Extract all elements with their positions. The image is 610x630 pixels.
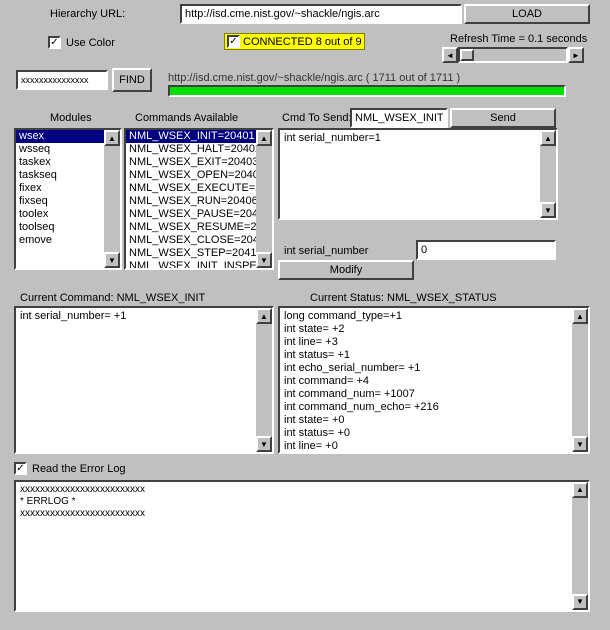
scroll-down-icon[interactable]: ▼ <box>540 202 556 218</box>
command-item[interactable]: NML_WSEX_OPEN=20404 <box>126 169 272 182</box>
scroll-up-icon[interactable]: ▲ <box>572 482 588 498</box>
error-log-body[interactable]: xxxxxxxxxxxxxxxxxxxxxxxxx * ERRLOG * xxx… <box>14 480 590 612</box>
status-line: int line= +3 <box>284 336 584 349</box>
cmd-body-text[interactable]: int serial_number=1 <box>284 132 552 144</box>
errlog-line: xxxxxxxxxxxxxxxxxxxxxxxxx <box>20 508 584 520</box>
scroll-down-icon[interactable]: ▼ <box>572 436 588 452</box>
scroll-down-icon[interactable]: ▼ <box>572 594 588 610</box>
status-line: int state= +2 <box>284 323 584 336</box>
scroll-up-icon[interactable]: ▲ <box>572 308 588 324</box>
current-command-body: int serial_number= +1 <box>20 310 268 322</box>
modules-list[interactable]: wsexwsseqtaskextaskseqfixexfixseqtoolext… <box>14 128 122 270</box>
refresh-time-label: Refresh Time = 0.1 seconds <box>450 33 587 45</box>
modules-header: Modules <box>50 112 92 124</box>
refresh-slider-thumb[interactable] <box>460 49 474 61</box>
status-line: long command_type=+1 <box>284 310 584 323</box>
status-line: int command_num= +1007 <box>284 388 584 401</box>
status-line: int status= +1 <box>284 349 584 362</box>
scroll-down-icon[interactable]: ▼ <box>104 252 120 268</box>
cmd-to-send-label: Cmd To Send: <box>282 112 352 124</box>
status-line: int state= +0 <box>284 414 584 427</box>
hierarchy-url-label: Hierarchy URL: <box>50 8 125 20</box>
current-status-body: long command_type=+1int state= +2int lin… <box>278 306 590 454</box>
current-command-label: Current Command: NML_WSEX_INIT <box>20 292 205 304</box>
command-item[interactable]: NML_WSEX_PAUSE=204 <box>126 208 272 221</box>
loading-url-label: http://isd.cme.nist.gov/~shackle/ngis.ar… <box>168 72 460 84</box>
use-color-label: Use Color <box>66 37 115 49</box>
status-line: int command_num_echo= +216 <box>284 401 584 414</box>
command-item[interactable]: NML_WSEX_STEP=2041 <box>126 247 272 260</box>
status-line: int status= +0 <box>284 427 584 440</box>
read-error-log-label: Read the Error Log <box>32 463 126 475</box>
param-name-label: int serial_number <box>284 245 368 257</box>
load-button[interactable]: LOAD <box>464 4 590 24</box>
refresh-increase-button[interactable]: ► <box>568 47 584 63</box>
scroll-up-icon[interactable]: ▲ <box>256 308 272 324</box>
connected-label: CONNECTED 8 out of 9 <box>243 36 362 48</box>
status-line: int echo_serial_number= +1 <box>284 362 584 375</box>
errlog-line: * ERRLOG * <box>20 496 584 508</box>
find-input[interactable] <box>16 70 108 90</box>
find-button[interactable]: FIND <box>112 68 152 92</box>
command-item[interactable]: NML_WSEX_INIT=20401 <box>126 130 272 143</box>
command-item[interactable]: NML_WSEX_EXIT=20403 <box>126 156 272 169</box>
param-value-input[interactable] <box>416 240 556 260</box>
refresh-slider-track[interactable] <box>458 47 568 63</box>
command-item[interactable]: NML_WSEX_EXECUTE=20 <box>126 182 272 195</box>
scroll-down-icon[interactable]: ▼ <box>256 252 272 268</box>
status-line: int line= +0 <box>284 440 584 453</box>
commands-list[interactable]: NML_WSEX_INIT=20401NML_WSEX_HALT=20402NM… <box>124 128 274 270</box>
refresh-decrease-button[interactable]: ◄ <box>442 47 458 63</box>
read-error-log-checkbox[interactable]: ✓ <box>14 462 27 475</box>
scroll-up-icon[interactable]: ▲ <box>540 130 556 146</box>
modify-button[interactable]: Modify <box>278 260 414 280</box>
command-item[interactable]: NML_WSEX_RESUME=20 <box>126 221 272 234</box>
status-line: int command= +4 <box>284 375 584 388</box>
hierarchy-url-input[interactable] <box>180 4 462 24</box>
use-color-checkbox[interactable]: ✓ <box>48 36 61 49</box>
errlog-line: xxxxxxxxxxxxxxxxxxxxxxxxx <box>20 484 584 496</box>
send-button[interactable]: Send <box>450 108 556 128</box>
current-status-label: Current Status: NML_WSEX_STATUS <box>310 292 497 304</box>
scroll-up-icon[interactable]: ▲ <box>256 130 272 146</box>
command-item[interactable]: NML_WSEX_INIT_INSPE <box>126 260 272 270</box>
command-item[interactable]: NML_WSEX_HALT=20402 <box>126 143 272 156</box>
scroll-down-icon[interactable]: ▼ <box>256 436 272 452</box>
progress-bar <box>170 87 564 95</box>
commands-header: Commands Available <box>135 112 238 124</box>
connected-checkbox[interactable]: ✓ <box>227 35 240 48</box>
cmd-to-send-input[interactable] <box>350 108 448 128</box>
command-item[interactable]: NML_WSEX_RUN=20406 <box>126 195 272 208</box>
command-item[interactable]: NML_WSEX_CLOSE=204 <box>126 234 272 247</box>
scroll-up-icon[interactable]: ▲ <box>104 130 120 146</box>
